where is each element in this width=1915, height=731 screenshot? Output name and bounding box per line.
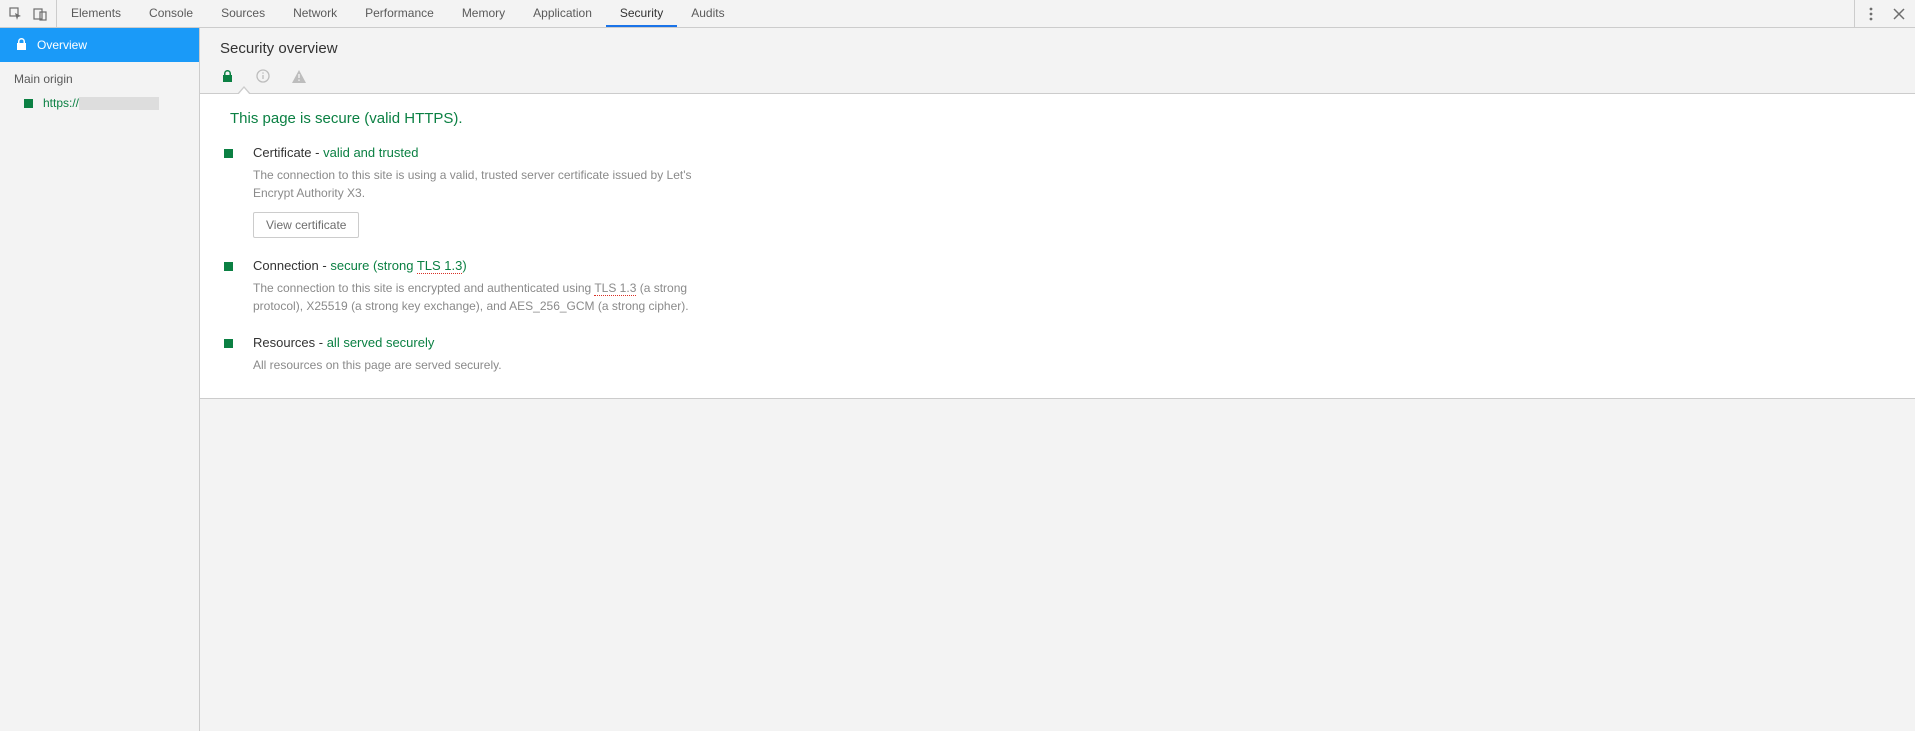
tabbar-left-tools xyxy=(0,0,57,27)
connection-block: Connection - secure (strong TLS 1.3) The… xyxy=(224,258,1891,315)
resources-body: Resources - all served securely All reso… xyxy=(253,335,502,374)
tab-application[interactable]: Application xyxy=(519,0,606,27)
content-header: Security overview xyxy=(200,28,1915,94)
more-menu-icon[interactable] xyxy=(1863,6,1879,22)
sidebar-origin-item[interactable]: https:// xyxy=(0,92,199,114)
security-indicator-row xyxy=(220,69,1895,93)
secure-bullet-icon xyxy=(24,99,33,108)
resources-description: All resources on this page are served se… xyxy=(253,356,502,374)
tab-network[interactable]: Network xyxy=(279,0,351,27)
origin-redacted xyxy=(79,97,159,110)
security-content: Security overview This page is secure (v… xyxy=(200,28,1915,731)
tab-performance[interactable]: Performance xyxy=(351,0,448,27)
connection-description: The connection to this site is encrypted… xyxy=(253,279,723,315)
tab-sources[interactable]: Sources xyxy=(207,0,279,27)
secure-bullet-icon xyxy=(224,149,233,158)
security-headline: This page is secure (valid HTTPS). xyxy=(230,110,1891,127)
resources-block: Resources - all served securely All reso… xyxy=(224,335,1891,374)
secure-indicator-icon[interactable] xyxy=(220,69,234,83)
sidebar-item-overview[interactable]: Overview xyxy=(0,28,199,62)
device-toolbar-icon[interactable] xyxy=(32,6,48,22)
origin-url: https:// xyxy=(43,96,159,110)
tab-security[interactable]: Security xyxy=(606,0,677,27)
tabbar-tabs: ElementsConsoleSourcesNetworkPerformance… xyxy=(57,0,739,27)
sidebar-section-main-origin: Main origin xyxy=(0,62,199,92)
view-certificate-button[interactable]: View certificate xyxy=(253,212,359,238)
certificate-description: The connection to this site is using a v… xyxy=(253,166,723,202)
tabbar-right-tools xyxy=(1854,0,1915,27)
tab-console[interactable]: Console xyxy=(135,0,207,27)
security-sidebar: Overview Main origin https:// xyxy=(0,28,200,731)
secure-bullet-icon xyxy=(224,339,233,348)
inspect-element-icon[interactable] xyxy=(8,6,24,22)
connection-heading: Connection - secure (strong TLS 1.3) xyxy=(253,258,723,273)
content-filler xyxy=(200,399,1915,731)
certificate-heading: Certificate - valid and trusted xyxy=(253,145,723,160)
sidebar-overview-label: Overview xyxy=(37,38,87,52)
info-indicator-icon[interactable] xyxy=(256,69,270,83)
certificate-body: Certificate - valid and trusted The conn… xyxy=(253,145,723,238)
lock-icon xyxy=(16,38,27,53)
page-title: Security overview xyxy=(220,40,1895,57)
warning-indicator-icon[interactable] xyxy=(292,69,306,83)
secure-bullet-icon xyxy=(224,262,233,271)
tab-audits[interactable]: Audits xyxy=(677,0,738,27)
resources-heading: Resources - all served securely xyxy=(253,335,502,350)
certificate-block: Certificate - valid and trusted The conn… xyxy=(224,145,1891,238)
main-area: Overview Main origin https:// Security o… xyxy=(0,28,1915,731)
devtools-tabbar: ElementsConsoleSourcesNetworkPerformance… xyxy=(0,0,1915,28)
tab-elements[interactable]: Elements xyxy=(57,0,135,27)
indicator-pointer xyxy=(237,86,251,94)
content-body: This page is secure (valid HTTPS). Certi… xyxy=(200,94,1915,399)
tab-memory[interactable]: Memory xyxy=(448,0,519,27)
close-icon[interactable] xyxy=(1891,6,1907,22)
connection-body: Connection - secure (strong TLS 1.3) The… xyxy=(253,258,723,315)
